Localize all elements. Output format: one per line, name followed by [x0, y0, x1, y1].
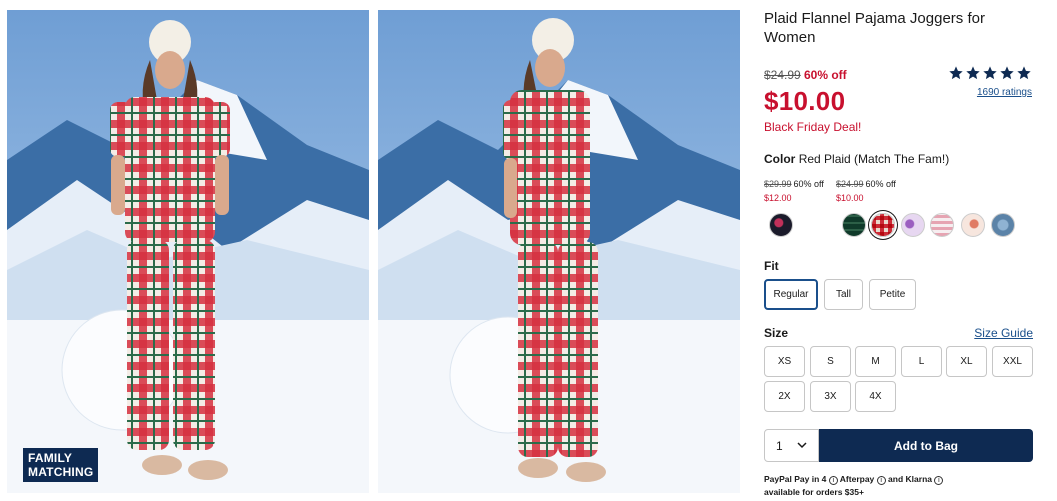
info-icon[interactable]: i [876, 476, 886, 485]
variant-new-price: $12.00 [764, 193, 792, 203]
chevron-down-icon [797, 442, 807, 449]
quantity-value: 1 [776, 438, 783, 453]
size-option-xl[interactable]: XL [946, 346, 987, 377]
klarna-text: Klarna [905, 474, 932, 484]
size-option-xs[interactable]: XS [764, 346, 805, 377]
swatch-pink-stripe[interactable] [930, 213, 954, 237]
swatch-black-floral[interactable] [769, 213, 793, 237]
size-option-4x[interactable]: 4X [855, 381, 896, 412]
product-title: Plaid Flannel Pajama Joggers for Women [764, 10, 985, 46]
color-selected-name: Red Plaid (Match The Fam!) [798, 152, 950, 166]
size-option-3x[interactable]: 3X [810, 381, 851, 412]
product-image-side[interactable] [378, 10, 740, 493]
paypal-text: PayPal Pay in 4 [764, 474, 827, 484]
badge-line-2: MATCHING [28, 465, 94, 479]
swatch-red-plaid[interactable] [871, 213, 895, 237]
product-image-front[interactable]: FAMILY MATCHING [7, 10, 369, 493]
info-icon[interactable]: i [828, 476, 838, 485]
swatch-purple-print[interactable] [901, 213, 925, 237]
payment-options: PayPal Pay in 4 i Afterpay i and Klarna … [764, 473, 1034, 499]
size-option-2x[interactable]: 2X [764, 381, 805, 412]
color-swatches [764, 213, 1034, 239]
model-side-photo [378, 10, 740, 493]
discount-percent: 60% off [804, 68, 847, 82]
ratings-link[interactable]: 1690 ratings [977, 87, 1032, 98]
star-icon [1017, 66, 1031, 80]
variant-discount: 60% off [865, 179, 896, 189]
variant-discount: 60% off [793, 179, 824, 189]
star-icon [983, 66, 997, 80]
fit-label: Fit [764, 259, 779, 273]
variant-price-1: $29.99 60% off $12.00 [764, 177, 824, 205]
star-icon [966, 66, 980, 80]
and-text: and [888, 474, 904, 484]
size-option-m[interactable]: M [855, 346, 896, 377]
variant-old-price: $24.99 [836, 179, 864, 189]
color-row: Color Red Plaid (Match The Fam!) [764, 152, 949, 166]
add-to-bag-button[interactable]: Add to Bag [819, 429, 1033, 462]
star-rating [948, 65, 1032, 81]
size-option-s[interactable]: S [810, 346, 851, 377]
size-label: Size [764, 326, 789, 340]
product-info-panel: Plaid Flannel Pajama Joggers for Women $… [764, 0, 1034, 501]
quantity-select[interactable]: 1 [764, 429, 819, 462]
swatch-green-plaid[interactable] [842, 213, 866, 237]
variant-old-price: $29.99 [764, 179, 792, 189]
size-option-xxl[interactable]: XXL [992, 346, 1033, 377]
variant-new-price: $10.00 [836, 193, 864, 203]
family-matching-badge: FAMILY MATCHING [23, 448, 98, 482]
original-price: $24.99 [764, 68, 801, 82]
badge-line-1: FAMILY [28, 451, 73, 465]
size-option-l[interactable]: L [901, 346, 942, 377]
variant-price-2: $24.99 60% off $10.00 [836, 177, 896, 205]
swatch-blue-print[interactable] [991, 213, 1015, 237]
star-icon [949, 66, 963, 80]
size-guide-link[interactable]: Size Guide [974, 326, 1033, 340]
afterpay-text: Afterpay [839, 474, 875, 484]
star-icon [1000, 66, 1014, 80]
info-icon[interactable]: i [934, 476, 944, 485]
deal-text: Black Friday Deal! [764, 120, 862, 134]
fit-option-tall[interactable]: Tall [824, 279, 863, 310]
sale-price: $10.00 [764, 86, 846, 116]
swatch-peach-print[interactable] [961, 213, 985, 237]
fit-option-petite[interactable]: Petite [869, 279, 916, 310]
color-label: Color [764, 152, 796, 166]
fit-option-regular[interactable]: Regular [764, 279, 818, 310]
model-front-photo [7, 10, 369, 493]
payment-threshold: available for orders $35+ [764, 487, 864, 497]
